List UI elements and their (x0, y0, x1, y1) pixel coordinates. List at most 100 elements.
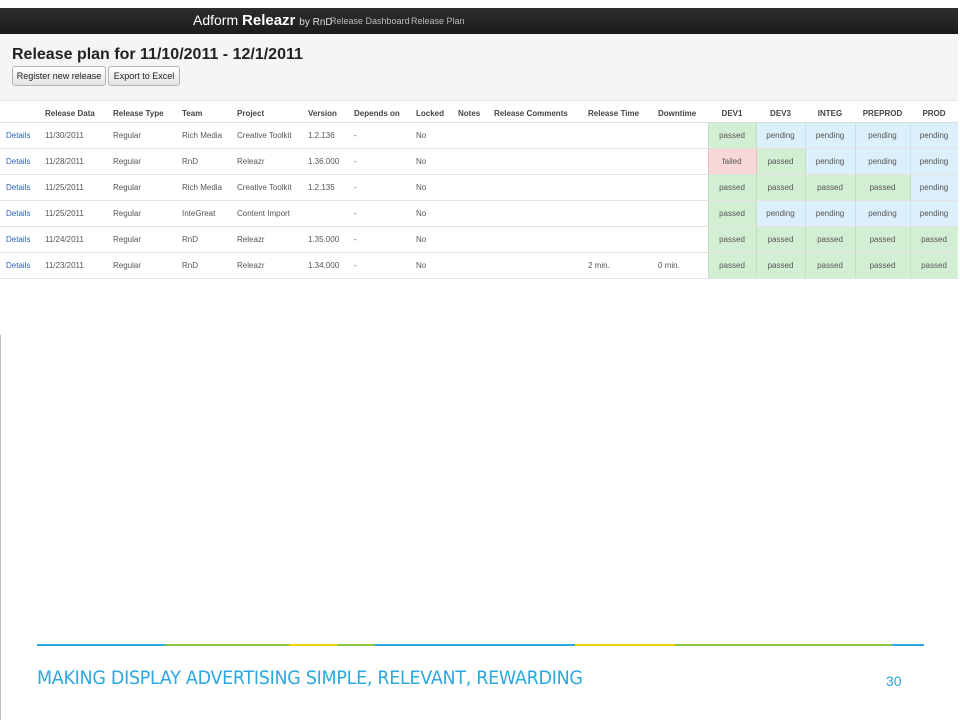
version-cell: 1.35.000 (304, 226, 350, 253)
release-time-cell (584, 122, 654, 149)
table-row: Details 11/30/2011 Regular Rich Media Creati… (0, 122, 958, 149)
footer-line-segment (675, 644, 892, 646)
release-type-cell: Regular (109, 226, 178, 253)
status-badge-dev1: passed (707, 226, 757, 253)
status-badge-preprod: pending (854, 200, 911, 227)
slide-left-rule (0, 334, 1, 720)
project-cell: Releazr (233, 252, 304, 279)
table-header-row: Release Data Release Type Team Project Versi… (0, 104, 958, 123)
details-link[interactable]: Details (0, 200, 41, 227)
column-header (0, 104, 41, 123)
project-cell: Creative Toolkit (233, 122, 304, 149)
status-badge-preprod: pending (854, 122, 911, 149)
column-header: Release Type (109, 104, 178, 123)
status-badge-dev1: failed (707, 148, 757, 175)
table-body: Details 11/30/2011 Regular Rich Media Creati… (0, 122, 958, 279)
release-comments-cell (490, 226, 584, 253)
release-type-cell: Regular (109, 252, 178, 279)
nav-release-plan[interactable]: Release Plan (411, 16, 465, 26)
export-excel-button[interactable]: Export to Excel (108, 66, 180, 86)
status-badge-integ: pending (804, 122, 856, 149)
locked-cell: No (412, 174, 454, 201)
column-header: PREPROD (855, 104, 910, 123)
table-row: Details 11/23/2011 Regular RnD Releazr 1.34.0… (0, 252, 958, 279)
locked-cell: No (412, 200, 454, 227)
app-screenshot: Adform Releazr by RnD Release Dashboard … (0, 8, 958, 335)
details-link[interactable]: Details (0, 148, 41, 175)
column-header: Team (178, 104, 233, 123)
release-date-cell: 11/23/2011 (41, 252, 109, 279)
release-comments-cell (490, 174, 584, 201)
status-badge-prod: pending (909, 200, 958, 227)
page-header: Release plan for 11/10/2011 - 12/1/2011 … (0, 34, 958, 101)
notes-cell (454, 148, 490, 175)
column-header: Notes (454, 104, 490, 123)
release-date-cell: 11/24/2011 (41, 226, 109, 253)
status-badge-integ: pending (804, 148, 856, 175)
depends-on-cell: - (350, 122, 412, 149)
release-comments-cell (490, 148, 584, 175)
status-badge-integ: passed (804, 252, 856, 279)
register-release-button[interactable]: Register new release (12, 66, 106, 86)
status-badge-dev3: pending (755, 122, 806, 149)
downtime-cell (654, 200, 708, 227)
brand-suffix: by RnD (299, 17, 333, 28)
release-type-cell: Regular (109, 174, 178, 201)
details-link[interactable]: Details (0, 174, 41, 201)
status-badge-dev3: passed (755, 252, 806, 279)
column-header: DEV1 (708, 104, 756, 123)
version-cell: 1.34.000 (304, 252, 350, 279)
team-cell: InteGreat (178, 200, 233, 227)
team-cell: Rich Media (178, 174, 233, 201)
release-comments-cell (490, 122, 584, 149)
footer-line-segment (575, 644, 675, 646)
project-cell: Releazr (233, 226, 304, 253)
depends-on-cell: - (350, 226, 412, 253)
depends-on-cell: - (350, 148, 412, 175)
footer-tagline: MAKING DISPLAY ADVERTISING SIMPLE, RELEV… (37, 667, 583, 689)
status-badge-integ: pending (804, 200, 856, 227)
team-cell: Rich Media (178, 122, 233, 149)
column-header: Release Data (41, 104, 109, 123)
brand-logo[interactable]: Adform Releazr by RnD (193, 12, 333, 29)
details-link[interactable]: Details (0, 252, 41, 279)
release-date-cell: 11/30/2011 (41, 122, 109, 149)
notes-cell (454, 122, 490, 149)
details-link[interactable]: Details (0, 226, 41, 253)
team-cell: RnD (178, 252, 233, 279)
footer-line-segment (892, 644, 924, 646)
project-cell: Content Import (233, 200, 304, 227)
depends-on-cell: - (350, 252, 412, 279)
table-row: Details 11/25/2011 Regular Rich Media Creati… (0, 174, 958, 201)
notes-cell (454, 200, 490, 227)
release-type-cell: Regular (109, 148, 178, 175)
status-badge-integ: passed (804, 226, 856, 253)
column-header: Release Comments (490, 104, 584, 123)
nav-release-dashboard[interactable]: Release Dashboard (330, 16, 410, 26)
page-title: Release plan for 11/10/2011 - 12/1/2011 (12, 46, 303, 63)
release-date-cell: 11/25/2011 (41, 200, 109, 227)
release-comments-cell (490, 252, 584, 279)
downtime-cell (654, 226, 708, 253)
downtime-cell (654, 174, 708, 201)
brand-name: Releazr (242, 12, 296, 29)
table-row: Details 11/24/2011 Regular RnD Releazr 1.35.0… (0, 226, 958, 253)
team-cell: RnD (178, 226, 233, 253)
project-cell: Creative Toolkit (233, 174, 304, 201)
column-header: Project (233, 104, 304, 123)
status-badge-prod: pending (909, 148, 958, 175)
column-header: Depends on (350, 104, 412, 123)
column-header: Downtime (654, 104, 708, 123)
release-date-cell: 11/28/2011 (41, 148, 109, 175)
version-cell (304, 200, 350, 227)
release-time-cell (584, 174, 654, 201)
locked-cell: No (412, 148, 454, 175)
status-badge-prod: passed (909, 252, 958, 279)
status-badge-dev3: passed (755, 174, 806, 201)
details-link[interactable]: Details (0, 122, 41, 149)
release-date-cell: 11/25/2011 (41, 174, 109, 201)
status-badge-dev3: pending (755, 200, 806, 227)
brand-prefix: Adform (193, 12, 239, 28)
project-cell: Releazr (233, 148, 304, 175)
release-time-cell (584, 148, 654, 175)
